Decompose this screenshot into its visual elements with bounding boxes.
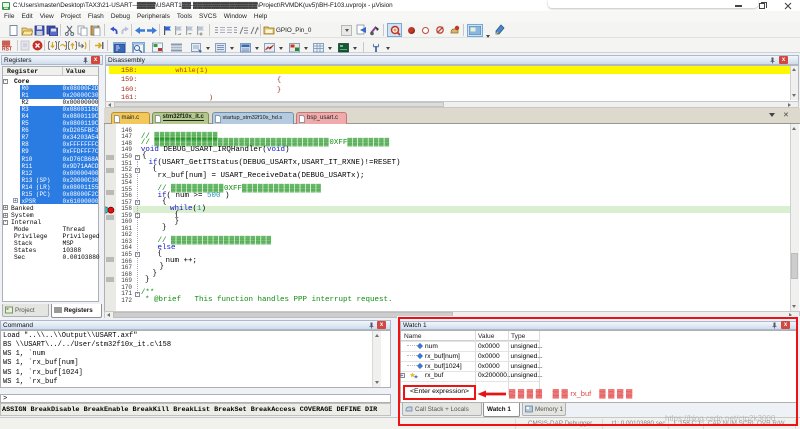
svg-text:RST: RST [2,47,12,52]
